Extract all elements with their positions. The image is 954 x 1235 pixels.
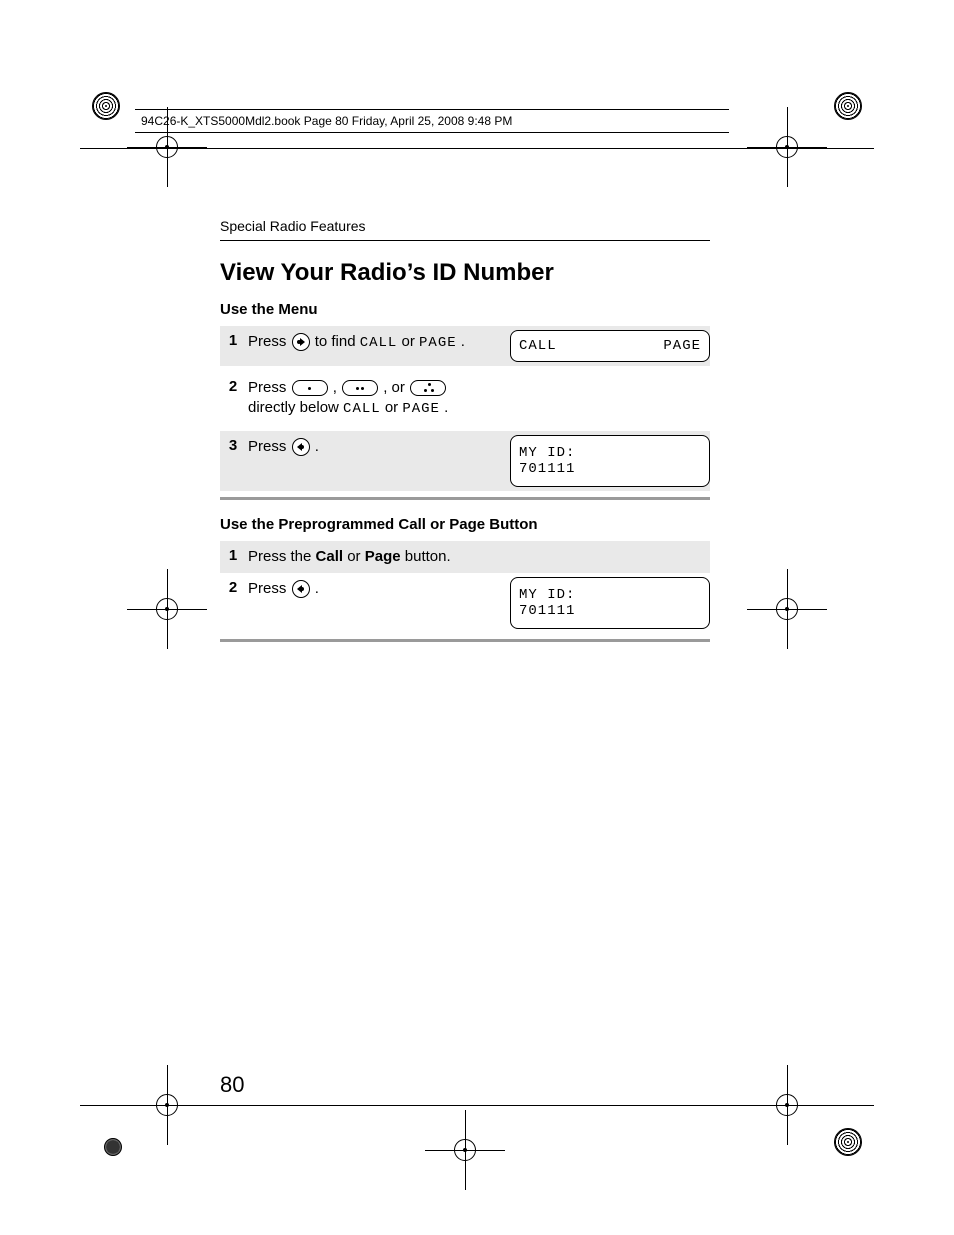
preprog-step-1: 1 Press the Call or Page button. xyxy=(220,541,710,573)
step-text: Press the Call or Page button. xyxy=(246,541,510,573)
crop-mark-icon xyxy=(152,132,182,162)
section-rule xyxy=(220,240,710,241)
step-number: 3 xyxy=(220,431,246,460)
step-text: Press . xyxy=(246,573,510,605)
lcd-display: CALL PAGE xyxy=(510,330,710,362)
content: Special Radio Features View Your Radio’s… xyxy=(220,218,710,658)
page-title: View Your Radio’s ID Number xyxy=(220,259,710,287)
register-mark-icon xyxy=(834,92,862,120)
lcd-text: MY ID: xyxy=(519,587,701,603)
nav-right-icon xyxy=(292,333,310,351)
book-header-text: 94C26-K_XTS5000Mdl2.book Page 80 Friday,… xyxy=(141,114,512,128)
step-text: Press to find CALL or PAGE . xyxy=(246,326,510,359)
softkey-one-dot-icon xyxy=(292,380,328,396)
softkey-two-dot-icon xyxy=(342,380,378,396)
softkey-three-dot-icon xyxy=(410,380,446,396)
register-mark-icon xyxy=(92,92,120,120)
step-number: 2 xyxy=(220,573,246,602)
menu-step-1: 1 Press to find CALL or PAGE . CALL PAGE xyxy=(220,326,710,366)
lcd-text: PAGE xyxy=(663,338,701,354)
crop-line xyxy=(80,148,874,149)
book-header-line: 94C26-K_XTS5000Mdl2.book Page 80 Friday,… xyxy=(135,109,729,133)
step-number: 2 xyxy=(220,372,246,401)
lcd-cell: MY ID: 701111 xyxy=(510,573,710,633)
crop-line xyxy=(80,1105,874,1106)
preprog-step-2: 2 Press . MY ID: 701111 xyxy=(220,573,710,633)
section-label: Special Radio Features xyxy=(220,218,710,234)
lcd-text: MY ID: xyxy=(519,445,701,461)
separator xyxy=(220,497,710,500)
lcd-text: CALL xyxy=(519,338,557,354)
lcd-cell xyxy=(510,372,710,380)
nav-left-icon xyxy=(292,438,310,456)
menu-step-3: 3 Press . MY ID: 701111 xyxy=(220,431,710,491)
page: 94C26-K_XTS5000Mdl2.book Page 80 Friday,… xyxy=(0,0,954,1235)
register-mark-icon xyxy=(104,1138,122,1156)
step-text: Press , , or directly below CALL or PAGE… xyxy=(246,372,510,425)
lcd-display: MY ID: 701111 xyxy=(510,577,710,629)
crop-mark-icon xyxy=(450,1135,480,1165)
lcd-cell: CALL PAGE xyxy=(510,326,710,366)
crop-mark-icon xyxy=(152,594,182,624)
subtitle-menu: Use the Menu xyxy=(220,301,710,318)
step-number: 1 xyxy=(220,326,246,355)
step-number: 1 xyxy=(220,541,246,570)
crop-mark-icon xyxy=(772,594,802,624)
separator xyxy=(220,639,710,642)
lcd-text: 701111 xyxy=(519,461,701,477)
menu-step-2: 2 Press , , or directly below CALL or PA… xyxy=(220,366,710,431)
crop-mark-icon xyxy=(772,132,802,162)
lcd-text: 701111 xyxy=(519,603,701,619)
step-text: Press . xyxy=(246,431,510,463)
subtitle-preprog: Use the Preprogrammed Call or Page Butto… xyxy=(220,516,710,533)
page-number: 80 xyxy=(220,1072,244,1098)
lcd-display: MY ID: 701111 xyxy=(510,435,710,487)
nav-left-icon xyxy=(292,580,310,598)
register-mark-icon xyxy=(834,1128,862,1156)
lcd-cell: MY ID: 701111 xyxy=(510,431,710,491)
